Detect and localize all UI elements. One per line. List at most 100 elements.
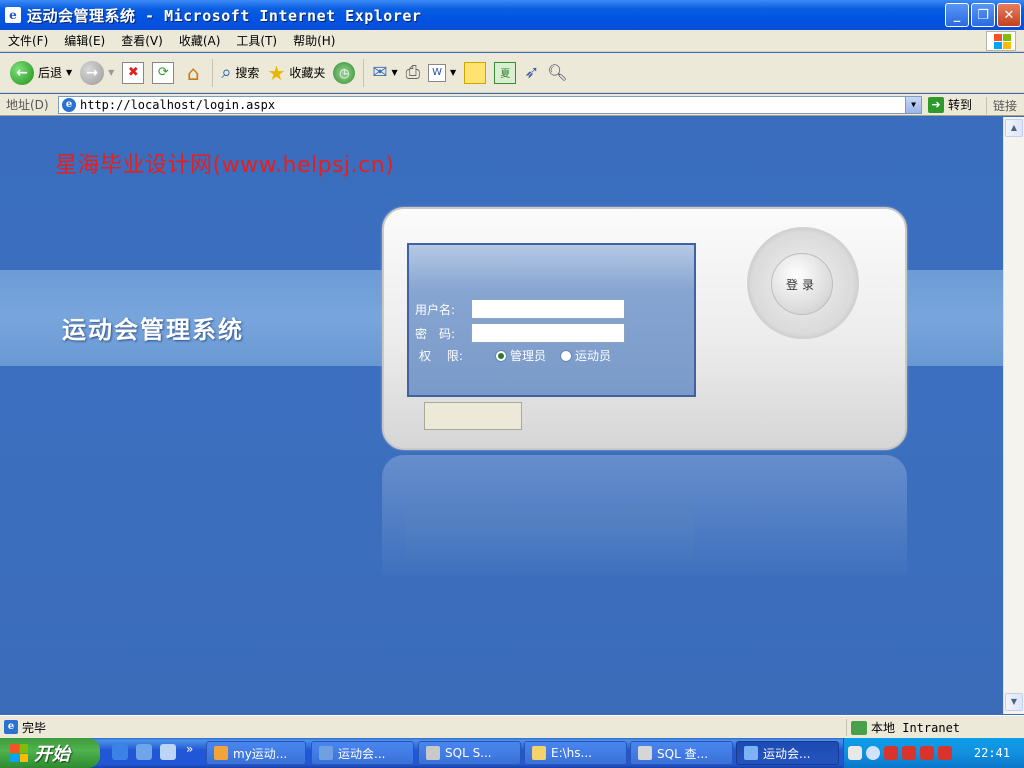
task-button[interactable]: SQL S... <box>418 741 521 765</box>
address-dropdown-icon[interactable]: ▼ <box>905 97 921 113</box>
task-button[interactable]: 运动会... <box>311 741 414 765</box>
history-icon: ◷ <box>333 61 356 84</box>
task-button-active[interactable]: 运动会... <box>736 741 839 765</box>
book-icon: 夏 <box>494 61 517 84</box>
vertical-scrollbar[interactable]: ▲ ▼ <box>1003 117 1024 714</box>
task-label: 运动会... <box>763 746 811 761</box>
links-button[interactable]: 链接 <box>986 97 1017 114</box>
address-url[interactable]: http://localhost/login.aspx <box>80 98 275 112</box>
toolbar-separator <box>363 58 365 87</box>
stop-button[interactable]: ✖ <box>118 58 148 88</box>
task-button[interactable]: SQL 查... <box>630 741 733 765</box>
permission-label: 权 限: <box>419 349 463 363</box>
home-icon: ⌂ <box>186 60 200 85</box>
history-button[interactable]: ◷ <box>329 58 359 88</box>
print-button[interactable]: ⎙ <box>402 58 424 88</box>
task-label: 运动会... <box>338 746 386 761</box>
menu-help[interactable]: 帮助(H) <box>285 32 343 49</box>
menu-tools[interactable]: 工具(T) <box>228 32 285 49</box>
quicklaunch-media-icon[interactable] <box>136 744 152 760</box>
form-reflection <box>406 507 694 567</box>
search-button[interactable]: ⌕ 搜索 <box>217 58 263 88</box>
back-button[interactable]: ← 后退 ▼ <box>6 58 76 88</box>
forward-dropdown-icon[interactable]: ▼ <box>108 68 114 77</box>
scroll-down-icon[interactable]: ▼ <box>1005 693 1023 711</box>
address-input[interactable]: e http://localhost/login.aspx ▼ <box>58 96 922 114</box>
password-row: 密 码: <box>415 323 625 343</box>
status-text: 完毕 <box>22 720 47 735</box>
restore-button[interactable]: ❐ <box>971 3 995 27</box>
status-left: e 完毕 <box>0 719 46 736</box>
refresh-button[interactable]: ⟳ <box>148 58 178 88</box>
minimize-button[interactable]: _ <box>945 3 969 27</box>
task-app-icon <box>319 746 333 760</box>
role-athlete-label: 运动员 <box>575 349 612 363</box>
keyboard-icon[interactable] <box>848 746 862 760</box>
close-button[interactable]: ✕ <box>997 3 1021 27</box>
system-title: 运动会管理系统 <box>62 316 244 344</box>
role-athlete-option[interactable]: 运动员 <box>560 347 611 364</box>
favorites-button[interactable]: ★ 收藏夹 <box>263 58 329 88</box>
magnifier-icon: 🔍︎ <box>547 63 568 82</box>
menu-view[interactable]: 查看(V) <box>113 32 171 49</box>
task-button[interactable]: my运动... <box>206 741 306 765</box>
username-row: 用户名: <box>415 299 625 319</box>
address-bar: 地址(D) e http://localhost/login.aspx ▼ ➜ … <box>0 94 1024 116</box>
back-arrow-icon: ← <box>10 60 34 85</box>
tray-expand-icon[interactable] <box>866 746 880 760</box>
go-button[interactable]: ➜ 转到 <box>928 96 972 113</box>
scroll-up-icon[interactable]: ▲ <box>1005 119 1023 137</box>
refresh-icon: ⟳ <box>152 61 175 84</box>
quicklaunch-ie-icon[interactable] <box>112 744 128 760</box>
menu-favorites[interactable]: 收藏(A) <box>171 32 229 49</box>
login-form: 用户名: 密 码: 权 限: 管理员 运动员 <box>407 243 696 397</box>
note-icon <box>464 61 487 84</box>
star-icon: ★ <box>267 60 286 85</box>
toolbar-separator <box>212 58 214 87</box>
qq-icon[interactable] <box>938 746 952 760</box>
research-button[interactable]: 夏 <box>490 58 520 88</box>
back-label: 后退 <box>38 66 63 80</box>
forward-button[interactable]: → ▼ <box>76 58 118 88</box>
blank-submit-button[interactable] <box>424 402 522 430</box>
qq-icon[interactable] <box>884 746 898 760</box>
role-admin-label: 管理员 <box>510 349 547 363</box>
toolbar: ← 后退 ▼ → ▼ ✖ ⟳ ⌂ ⌕ 搜索 ★ 收藏夹 ◷ ✉ ▼ ⎙ W ▼ … <box>0 53 1024 93</box>
role-admin-option[interactable]: 管理员 <box>495 347 546 364</box>
mail-dropdown-icon[interactable]: ▼ <box>391 68 397 77</box>
role-admin-radio[interactable] <box>495 349 507 362</box>
stop-icon: ✖ <box>122 61 145 84</box>
discuss-button[interactable] <box>460 58 490 88</box>
word-icon: W <box>428 63 447 82</box>
task-label: SQL S... <box>445 746 492 760</box>
quicklaunch-desktop-icon[interactable] <box>160 744 176 760</box>
menu-bar: 文件(F) 编辑(E) 查看(V) 收藏(A) 工具(T) 帮助(H) <box>0 30 1024 52</box>
page-icon: e <box>62 98 76 112</box>
task-label: E:\hs... <box>551 746 592 760</box>
messenger-button[interactable]: ➶ <box>520 58 543 88</box>
login-button[interactable]: 登录 <box>771 253 833 315</box>
folder-icon <box>532 746 546 760</box>
qq-icon[interactable] <box>902 746 916 760</box>
back-dropdown-icon[interactable]: ▼ <box>66 68 72 77</box>
clock: 22:41 <box>973 746 1010 760</box>
edit-dropdown-icon[interactable]: ▼ <box>450 68 456 77</box>
password-input[interactable] <box>471 323 625 343</box>
qq-icon[interactable] <box>920 746 934 760</box>
tools-button[interactable]: 🔍︎ <box>543 58 571 88</box>
home-button[interactable]: ⌂ <box>178 58 208 88</box>
windows-flag-icon <box>10 744 28 762</box>
menu-edit[interactable]: 编辑(E) <box>56 32 113 49</box>
ie-task-icon <box>744 746 758 760</box>
edit-button[interactable]: W ▼ <box>424 58 460 88</box>
username-label: 用户名: <box>415 302 456 317</box>
menu-file[interactable]: 文件(F) <box>0 32 56 49</box>
quicklaunch-chevron-icon[interactable]: » <box>186 742 193 756</box>
start-button[interactable]: 开始 <box>0 738 100 768</box>
role-athlete-radio[interactable] <box>560 349 573 362</box>
task-button[interactable]: E:\hs... <box>524 741 627 765</box>
username-input[interactable] <box>471 299 625 319</box>
ie-icon: e <box>5 7 21 23</box>
go-label: 转到 <box>948 98 973 112</box>
mail-button[interactable]: ✉ ▼ <box>368 58 401 88</box>
